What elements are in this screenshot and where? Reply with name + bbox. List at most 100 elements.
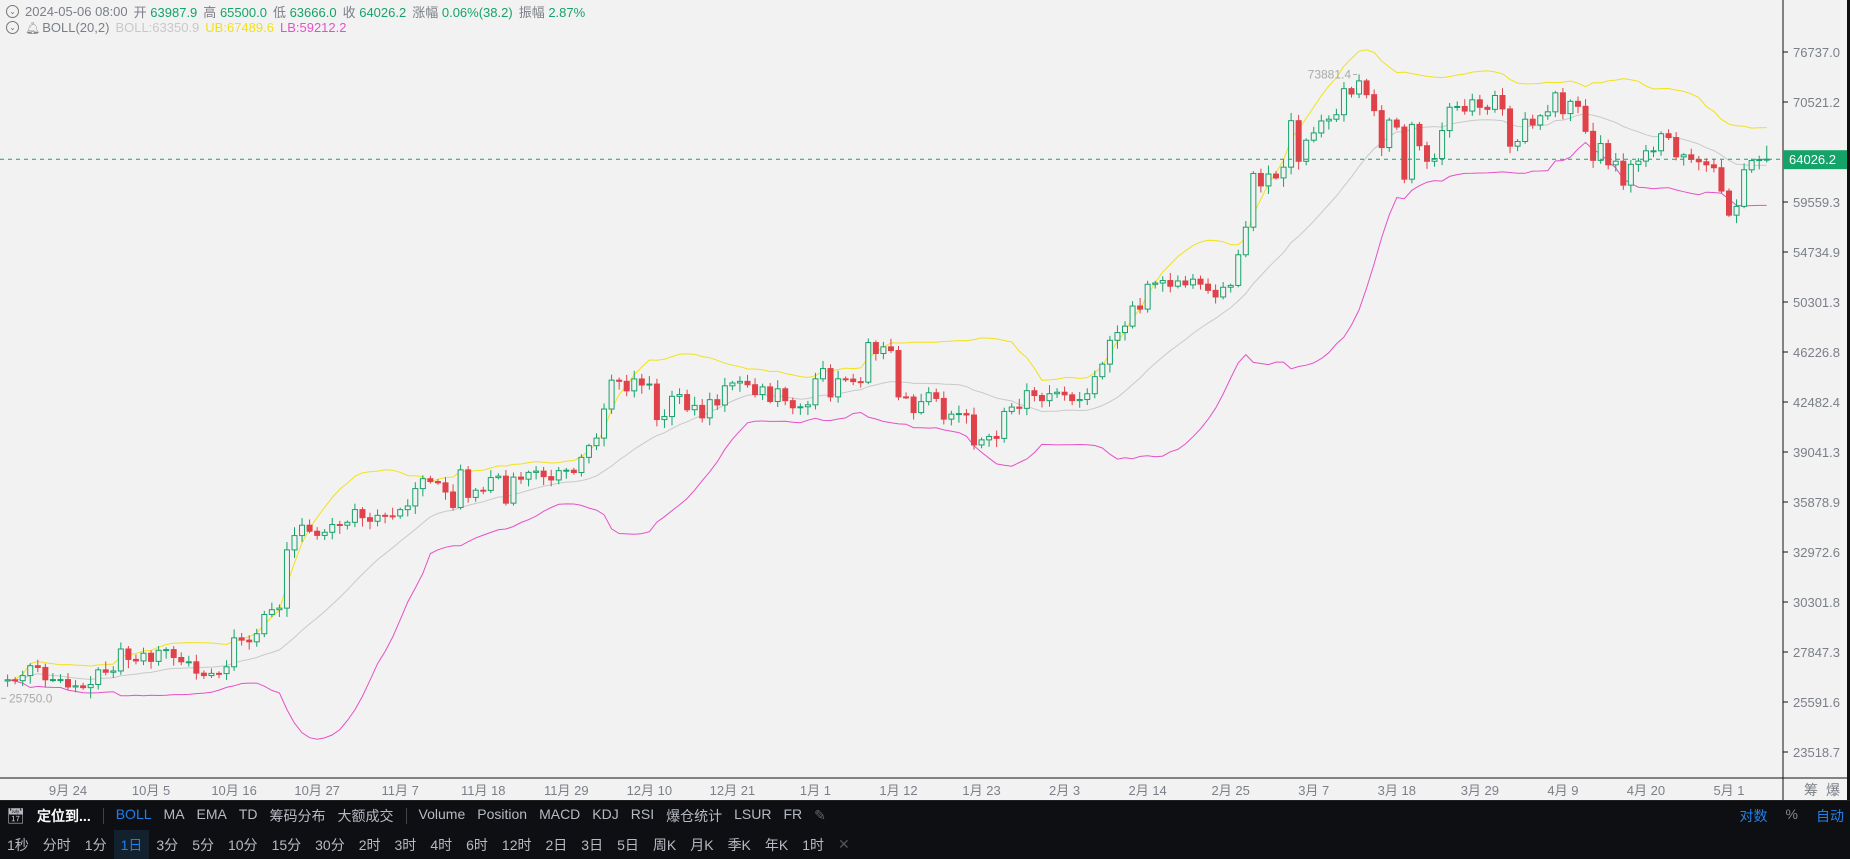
- period-tab[interactable]: 3分: [149, 830, 185, 859]
- candle-up: [721, 385, 728, 406]
- period-tab[interactable]: 30分: [308, 830, 352, 859]
- candle-up: [1756, 159, 1763, 162]
- period-tab[interactable]: 4时: [423, 830, 459, 859]
- y-tick-label: 70521.2: [1793, 95, 1840, 110]
- candle-down: [200, 672, 207, 677]
- candle-up: [820, 368, 826, 380]
- sub-indicator-rsi[interactable]: RSI: [625, 806, 660, 826]
- open-label: 开: [133, 5, 147, 20]
- auto-scale-button[interactable]: 自动: [1816, 806, 1844, 826]
- candle-up: [986, 435, 993, 441]
- candle-down: [359, 509, 366, 519]
- edit-indicators-icon[interactable]: ✎: [808, 807, 832, 824]
- x-tick-label: 5月 1: [1713, 783, 1744, 798]
- y-tick-label: 23518.7: [1793, 745, 1840, 760]
- candle-up: [1129, 305, 1136, 327]
- candle-up: [1152, 282, 1159, 285]
- sub-indicator-爆仓统计[interactable]: 爆仓统计: [660, 806, 728, 826]
- sub-indicator-lsur[interactable]: LSUR: [728, 806, 777, 826]
- collapse-chevron-icon[interactable]: ⌄: [6, 21, 19, 34]
- candle-up: [1386, 119, 1393, 149]
- candle-down: [638, 378, 645, 386]
- indicator-大额成交[interactable]: 大额成交: [332, 806, 400, 826]
- chip-distribution-toggle[interactable]: 筹: [1804, 780, 1818, 800]
- candle-up: [1439, 130, 1446, 160]
- sub-indicator-kdj[interactable]: KDJ: [586, 806, 624, 826]
- period-tab[interactable]: 2日: [538, 830, 574, 859]
- candle-down: [963, 413, 970, 416]
- period-tab[interactable]: 5分: [185, 830, 221, 859]
- candle-up: [706, 399, 713, 419]
- period-tab[interactable]: 12时: [495, 830, 539, 859]
- sub-indicator-volume[interactable]: Volume: [413, 806, 472, 826]
- candle-up: [1310, 132, 1317, 141]
- candle-up: [185, 661, 192, 664]
- period-tab[interactable]: 1秒: [0, 830, 36, 859]
- indicator-boll[interactable]: BOLL: [110, 806, 158, 826]
- period-tab[interactable]: 6时: [459, 830, 495, 859]
- candle-up: [276, 607, 283, 611]
- candle-up: [608, 379, 615, 410]
- candle-up: [676, 394, 683, 397]
- period-tab[interactable]: 15分: [265, 830, 309, 859]
- calendar-icon[interactable]: 📅︎: [0, 807, 31, 825]
- period-tab[interactable]: 2时: [352, 830, 388, 859]
- candle-down: [752, 384, 759, 396]
- candle-up: [978, 439, 985, 446]
- candle-up: [1356, 80, 1363, 95]
- period-tab[interactable]: 年K: [758, 830, 795, 859]
- period-tab[interactable]: 3时: [388, 830, 424, 859]
- percent-scale-button[interactable]: %: [1786, 806, 1798, 826]
- period-tab[interactable]: 周K: [646, 830, 683, 859]
- candle-down: [450, 491, 457, 508]
- sub-indicator-macd[interactable]: MACD: [533, 806, 586, 826]
- period-tab[interactable]: 季K: [721, 830, 758, 859]
- period-tab[interactable]: 月K: [683, 830, 720, 859]
- candle-up: [601, 408, 608, 439]
- y-tick-label: 25591.6: [1793, 695, 1840, 710]
- candle-up: [110, 670, 117, 673]
- candle-down: [1665, 133, 1672, 139]
- period-tab[interactable]: 5日: [610, 830, 646, 859]
- candle-down: [1257, 172, 1264, 187]
- candle-up: [208, 672, 215, 677]
- candle-down: [1182, 280, 1189, 286]
- indicator-ma[interactable]: MA: [158, 806, 191, 826]
- candle-down: [1393, 119, 1400, 128]
- candle-down: [1484, 106, 1491, 110]
- indicator-td[interactable]: TD: [233, 806, 264, 826]
- candle-up: [1627, 163, 1634, 186]
- candle-up: [1159, 280, 1166, 284]
- liquidation-toggle[interactable]: 爆: [1826, 780, 1840, 800]
- candle-up: [1552, 92, 1559, 113]
- candle-up: [72, 685, 79, 688]
- log-scale-button[interactable]: 对数: [1740, 806, 1768, 826]
- period-tab[interactable]: 分时: [36, 830, 78, 859]
- candle-down: [623, 380, 630, 392]
- sub-indicator-position[interactable]: Position: [471, 806, 533, 826]
- indicator-筹码分布[interactable]: 筹码分布: [264, 806, 332, 826]
- indicator-ema[interactable]: EMA: [191, 806, 233, 826]
- period-tab[interactable]: 1分: [78, 830, 114, 859]
- period-tab[interactable]: 1时: [795, 830, 831, 859]
- candle-up: [1597, 143, 1604, 161]
- candle-down: [65, 679, 71, 688]
- period-tab[interactable]: 1日: [113, 830, 150, 859]
- period-tab[interactable]: 3日: [574, 830, 610, 859]
- bell-icon[interactable]: 🔔︎: [25, 21, 40, 35]
- collapse-chevron-icon[interactable]: ⌄: [6, 5, 19, 18]
- candle-up: [1114, 332, 1121, 341]
- candle-down: [80, 685, 87, 689]
- candlestick-chart[interactable]: 76737.0 70521.2 59559.3 54734.9 50301.3 46226…: [0, 0, 1847, 800]
- amplitude-value: 2.87%: [548, 5, 586, 20]
- indicator-name[interactable]: BOLL(20,2): [42, 20, 109, 35]
- close-icon[interactable]: ✕: [831, 830, 857, 859]
- locate-button[interactable]: 定位到...: [31, 806, 97, 826]
- candle-down: [1416, 123, 1423, 147]
- sub-indicator-fr[interactable]: FR: [777, 806, 808, 826]
- candle-up: [344, 521, 351, 526]
- candle-up: [163, 649, 170, 652]
- candle-up: [1023, 390, 1030, 409]
- candle-up: [736, 380, 743, 384]
- period-tab[interactable]: 10分: [221, 830, 265, 859]
